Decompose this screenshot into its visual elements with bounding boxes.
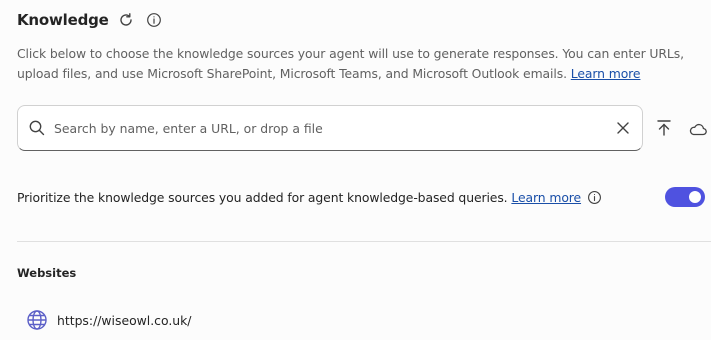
upload-icon[interactable]	[654, 118, 674, 138]
websites-heading: Websites	[17, 266, 77, 280]
section-title-knowledge: Knowledge	[17, 11, 109, 29]
prioritize-learn-more-link[interactable]: Learn more	[511, 190, 581, 205]
close-icon[interactable]	[612, 117, 634, 139]
search-input[interactable]	[52, 112, 612, 144]
knowledge-search-box	[17, 105, 643, 151]
info-icon[interactable]	[587, 190, 602, 205]
prioritize-row: Prioritize the knowledge sources you add…	[17, 186, 602, 208]
website-url: https://wiseowl.co.uk/	[57, 312, 192, 328]
website-item[interactable]: https://wiseowl.co.uk/	[26, 309, 191, 331]
cloud-icon[interactable]	[688, 120, 708, 138]
learn-more-link[interactable]: Learn more	[571, 66, 641, 81]
refresh-icon[interactable]	[115, 9, 137, 31]
search-icon	[28, 119, 46, 137]
knowledge-header: Knowledge	[17, 8, 165, 32]
knowledge-description: Click below to choose the knowledge sour…	[17, 44, 697, 84]
toggle-knob	[689, 191, 701, 203]
globe-icon	[26, 309, 48, 331]
info-icon[interactable]	[143, 9, 165, 31]
prioritize-toggle[interactable]	[665, 187, 705, 207]
prioritize-text: Prioritize the knowledge sources you add…	[17, 189, 508, 205]
divider	[17, 241, 711, 242]
